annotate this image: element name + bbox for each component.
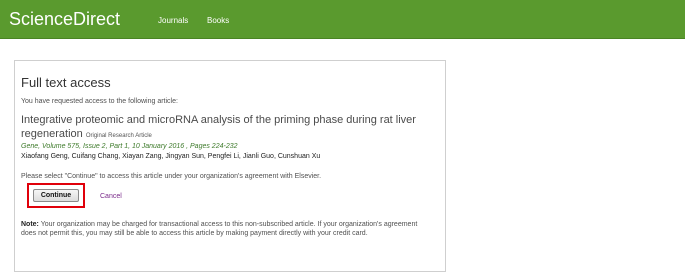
full-text-access-panel: [14, 60, 446, 272]
top-navigation-bar: ScienceDirect Journals Books: [0, 0, 685, 39]
note-text: Your organization may be charged for tra…: [21, 221, 418, 237]
article-citation: Gene, Volume 575, Issue 2, Part 1, 10 Ja…: [21, 143, 238, 150]
article-title: Integrative proteomic and microRNA analy…: [21, 113, 431, 143]
article-type-label: Original Research Article: [85, 133, 152, 139]
payment-note: Note: Your organization may be charged f…: [21, 220, 421, 238]
intro-text: You have requested access to the followi…: [21, 98, 178, 105]
continue-button[interactable]: Continue: [33, 189, 79, 202]
panel-title: Full text access: [21, 75, 111, 90]
sciencedirect-logo[interactable]: ScienceDirect: [9, 9, 120, 29]
cancel-link[interactable]: Cancel: [100, 192, 122, 201]
continue-instruction: Please select "Continue" to access this …: [21, 173, 322, 180]
note-label: Note:: [21, 221, 39, 228]
nav-journals-link[interactable]: Journals: [158, 16, 188, 26]
nav-books-link[interactable]: Books: [207, 16, 229, 26]
article-title-text: Integrative proteomic and microRNA analy…: [21, 114, 416, 140]
article-authors: Xiaofang Geng, Cuifang Chang, Xiayan Zan…: [21, 153, 321, 160]
